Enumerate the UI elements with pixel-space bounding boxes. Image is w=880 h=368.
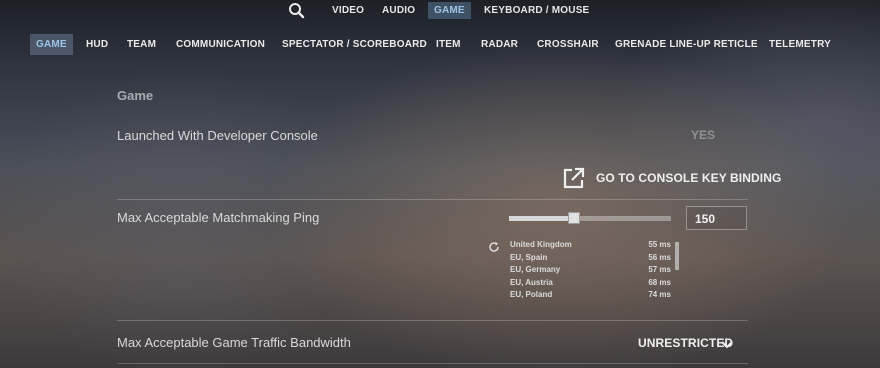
tab-item[interactable]: ITEM [436, 39, 461, 50]
section-title: Game [117, 88, 154, 103]
tab-game[interactable]: GAME [30, 34, 73, 55]
server-ping: 57 ms [648, 265, 671, 274]
tab-spectator-scoreboard[interactable]: SPECTATOR / SCOREBOARD [282, 39, 427, 50]
top-nav-keyboard-mouse[interactable]: KEYBOARD / MOUSE [484, 5, 589, 16]
server-name: EU, Spain [510, 252, 548, 262]
list-item: EU, Spain 56 ms [510, 253, 675, 266]
list-item: EU, Austria 68 ms [510, 278, 675, 291]
ping-slider-fill [509, 216, 574, 221]
top-nav-game[interactable]: GAME [428, 2, 471, 19]
console-key-binding-label: GO TO CONSOLE KEY BINDING [596, 171, 782, 185]
tab-radar[interactable]: RADAR [481, 39, 518, 50]
tab-communication[interactable]: COMMUNICATION [176, 39, 265, 50]
refresh-icon[interactable] [488, 240, 500, 252]
divider [117, 363, 748, 364]
server-ping: 74 ms [648, 290, 671, 299]
server-ping: 56 ms [648, 252, 671, 262]
external-link-icon [562, 166, 586, 190]
server-name: EU, Poland [510, 290, 553, 299]
top-nav-bar: VIDEO AUDIO GAME KEYBOARD / MOUSE [0, 0, 880, 24]
tab-grenade-line-up-reticle[interactable]: GRENADE LINE-UP RETICLE [615, 39, 758, 50]
traffic-bandwidth-label: Max Acceptable Game Traffic Bandwidth [117, 335, 351, 350]
divider [117, 320, 748, 321]
bandwidth-dropdown[interactable]: UNRESTRICTED [638, 336, 733, 350]
tab-telemetry[interactable]: TELEMETRY [769, 39, 831, 50]
server-name: EU, Germany [510, 265, 561, 274]
dev-console-value[interactable]: YES [691, 128, 715, 142]
ping-value-field[interactable]: 150 [686, 206, 747, 230]
server-ping-list: United Kingdom 55 ms EU, Spain 56 ms EU,… [510, 240, 675, 303]
server-name: EU, Austria [510, 277, 553, 287]
server-ping: 55 ms [648, 240, 671, 249]
list-item: United Kingdom 55 ms [510, 240, 675, 253]
ping-slider-handle[interactable] [567, 212, 580, 224]
tab-hud[interactable]: HUD [86, 39, 108, 50]
list-item: EU, Germany 57 ms [510, 265, 675, 278]
server-list-scrollbar[interactable] [675, 242, 679, 270]
chevron-down-icon[interactable] [720, 337, 734, 349]
sub-nav-bar: GAME HUD TEAM COMMUNICATION SPECTATOR / … [0, 31, 880, 57]
tab-crosshair[interactable]: CROSSHAIR [537, 39, 599, 50]
ping-value: 150 [695, 212, 716, 226]
tab-team[interactable]: TEAM [127, 39, 156, 50]
search-icon[interactable] [287, 2, 307, 20]
top-nav-audio[interactable]: AUDIO [382, 5, 415, 16]
divider [117, 199, 748, 200]
dev-console-label: Launched With Developer Console [117, 128, 318, 143]
server-ping: 68 ms [648, 277, 671, 287]
list-item: EU, Poland 74 ms [510, 290, 675, 303]
server-name: United Kingdom [510, 240, 572, 249]
matchmaking-ping-label: Max Acceptable Matchmaking Ping [117, 210, 320, 225]
top-nav-video[interactable]: VIDEO [332, 5, 364, 16]
ping-slider[interactable] [509, 212, 671, 224]
